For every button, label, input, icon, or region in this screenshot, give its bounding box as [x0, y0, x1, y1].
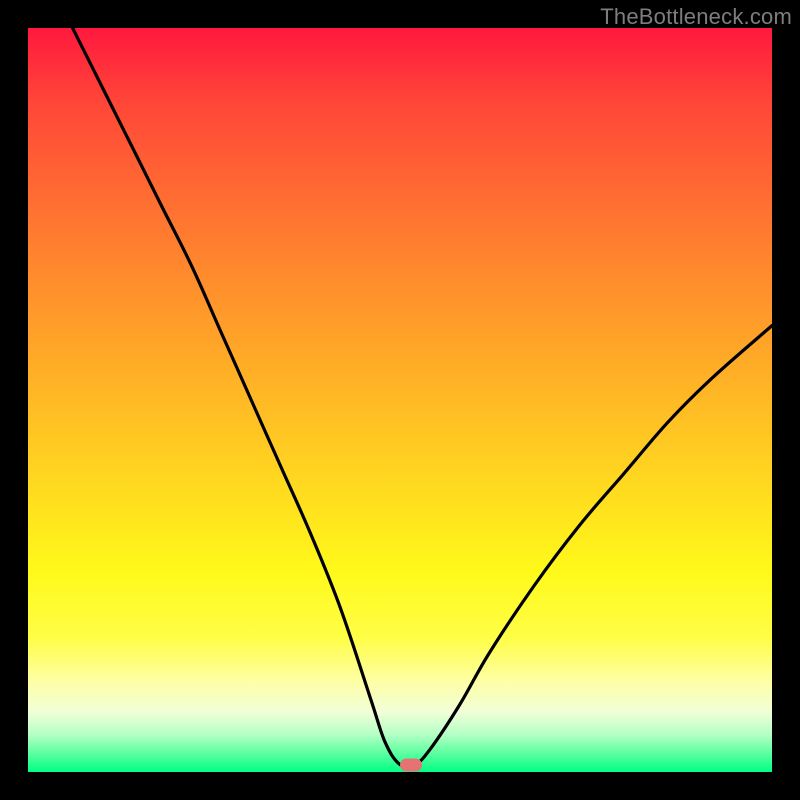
plot-area — [28, 28, 772, 772]
curve-path — [73, 28, 772, 767]
bottleneck-curve — [28, 28, 772, 772]
optimal-marker — [400, 758, 422, 771]
watermark-text: TheBottleneck.com — [600, 4, 792, 30]
chart-stage: TheBottleneck.com — [0, 0, 800, 800]
